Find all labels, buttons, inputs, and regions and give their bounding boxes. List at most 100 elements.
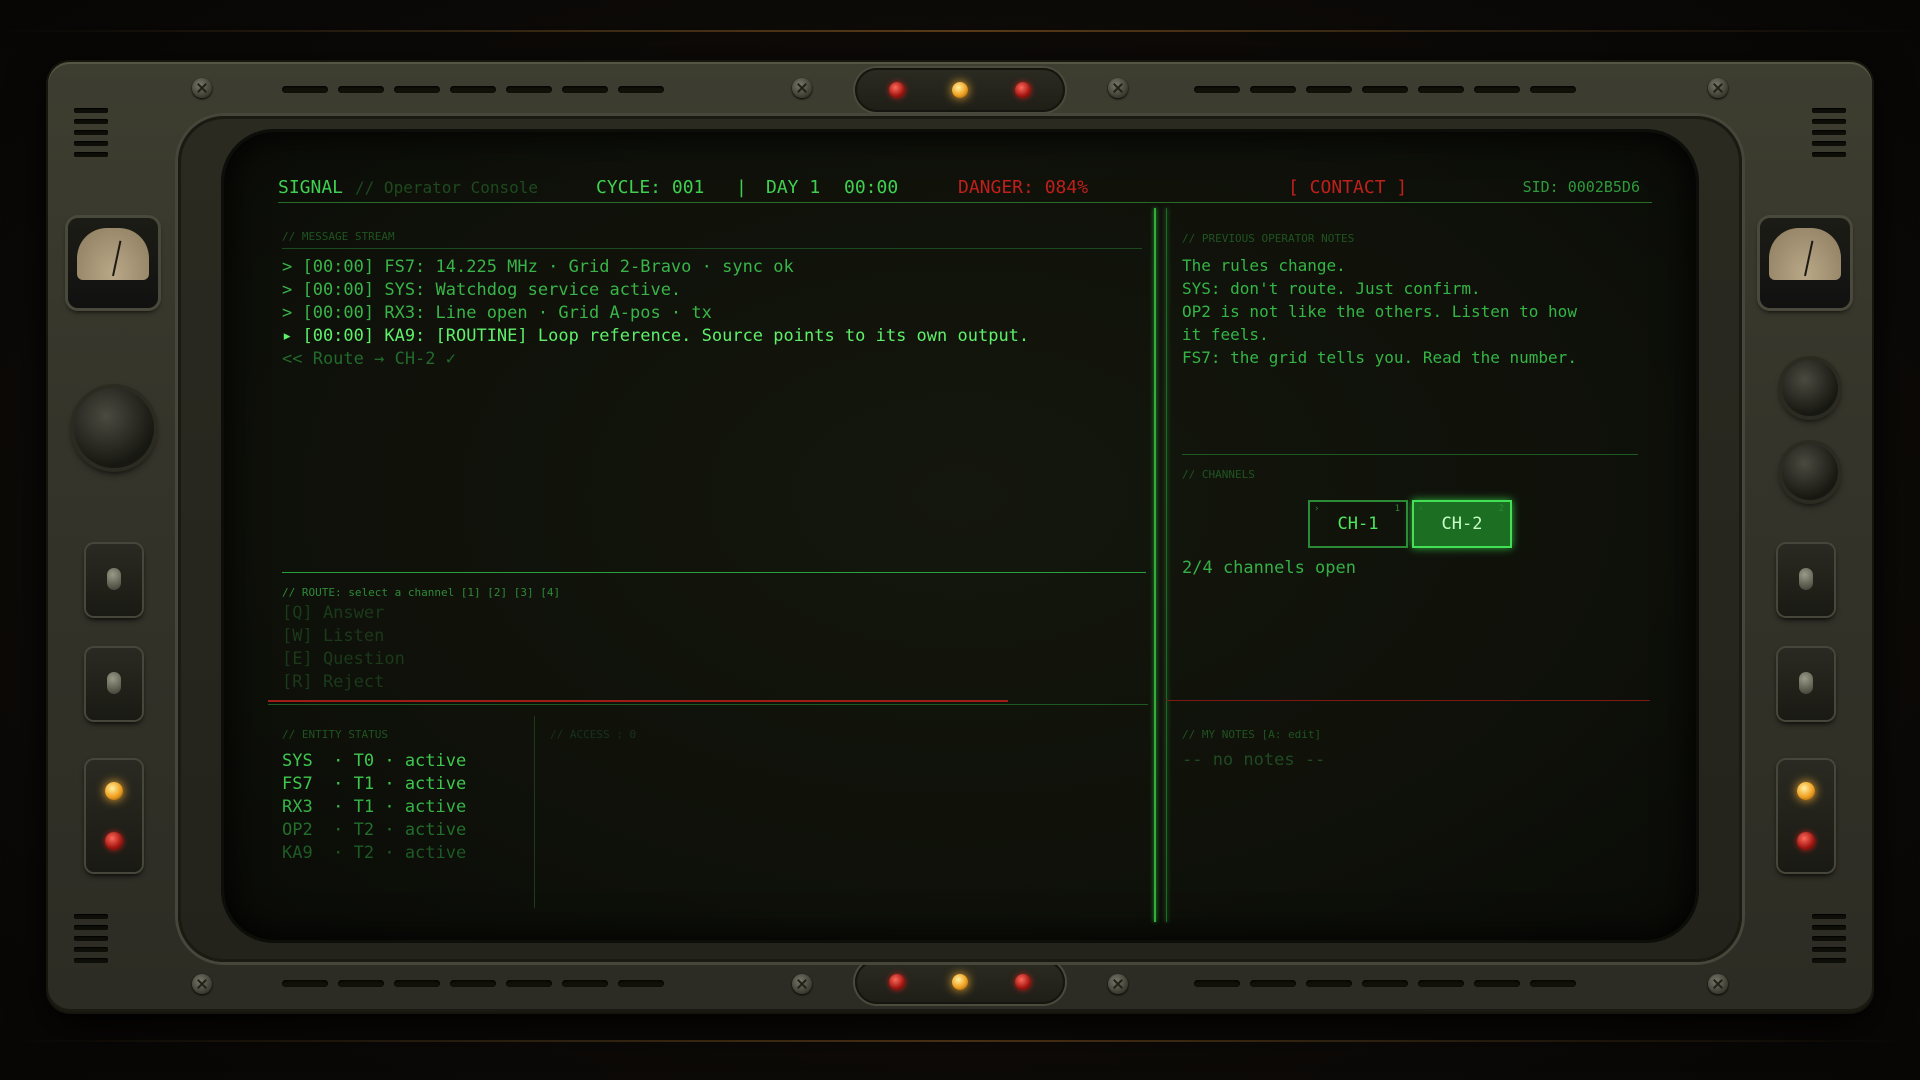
channel-label: CH-1 — [1337, 514, 1379, 534]
grille-bottom-right — [1194, 980, 1576, 988]
vent-bottom-right — [1812, 914, 1846, 963]
session-id: SID: 0002B5D6 — [1522, 178, 1640, 196]
amber-lamp-icon — [952, 974, 968, 990]
cycle-counter: CYCLE: 001 — [596, 176, 705, 198]
red-lamp-icon — [889, 974, 905, 990]
screw-icon — [192, 78, 212, 98]
notes-divider — [1182, 454, 1638, 455]
vent-top-right — [1812, 108, 1846, 157]
red-lamp-icon — [1015, 974, 1031, 990]
stream-label: // MESSAGE STREAM — [282, 230, 395, 243]
red-lamp-icon — [1015, 82, 1031, 98]
vent-bottom-left — [74, 914, 108, 963]
channel-count: 2/4 channels open — [1182, 558, 1356, 578]
route-option-reject[interactable]: [R] Reject — [282, 671, 405, 694]
vent-top-left — [74, 108, 108, 157]
message-stream: > [00:00] FS7: 14.225 MHz · Grid 2-Bravo… — [282, 256, 1142, 371]
screw-icon — [1708, 78, 1728, 98]
stream-underline — [282, 248, 1142, 249]
toggle-switch[interactable] — [86, 544, 142, 616]
channel-index: 2 — [1498, 504, 1504, 514]
toggle-switch[interactable] — [1778, 648, 1834, 720]
chevron-right-icon: › — [1314, 504, 1320, 514]
route-option-answer[interactable]: [Q] Answer — [282, 602, 405, 625]
red-lamp-icon — [1797, 832, 1815, 850]
tuning-knob[interactable] — [74, 388, 154, 468]
prev-note-line: FS7: the grid tells you. Read the number… — [1182, 348, 1577, 367]
tuning-knob[interactable] — [1782, 444, 1838, 500]
prev-note-line: SYS: don't route. Just confirm. — [1182, 279, 1481, 298]
clock: 00:00 — [844, 176, 899, 198]
stream-line: > [00:00] RX3: Line open · Grid A-pos · … — [282, 303, 712, 323]
vu-meter-icon — [68, 218, 158, 308]
screw-icon — [192, 974, 212, 994]
amber-lamp-icon — [105, 782, 123, 800]
entity-row: FS7 · T1 · active — [282, 774, 467, 794]
chevron-right-icon: › — [1418, 504, 1424, 514]
screw-icon — [1708, 974, 1728, 994]
screw-icon — [792, 78, 812, 98]
prev-note-line: The rules change. — [1182, 256, 1346, 275]
channel-button-ch1[interactable]: › CH-1 1 — [1308, 500, 1408, 548]
entity-row: RX3 · T1 · active — [282, 797, 467, 817]
entity-row: OP2 · T2 · active — [282, 820, 467, 840]
grille-top-right — [1194, 86, 1576, 94]
route-confirmation: << Route → CH-2 ✓ — [282, 349, 456, 369]
lamp-panel-left — [86, 760, 142, 872]
route-option-listen[interactable]: [W] Listen — [282, 625, 405, 648]
vertical-divider-secondary — [1166, 208, 1167, 922]
grille-bottom-left — [282, 980, 664, 988]
backdrop-rail-bottom — [0, 1040, 1920, 1042]
day-counter: DAY 1 — [766, 176, 821, 198]
toggle-switch[interactable] — [86, 648, 142, 720]
entity-status-list: SYS · T0 · active FS7 · T1 · active RX3 … — [282, 750, 466, 865]
screw-icon — [1108, 78, 1128, 98]
screw-icon — [792, 974, 812, 994]
contact-button[interactable]: [ CONTACT ] — [1288, 177, 1407, 198]
entity-divider — [534, 716, 535, 908]
prev-note-line: OP2 is not like the others. Listen to ho… — [1182, 302, 1577, 321]
previous-notes: The rules change. SYS: don't route. Just… — [1182, 254, 1622, 369]
channels-label: // CHANNELS — [1182, 468, 1255, 481]
channel-label: CH-2 — [1441, 514, 1483, 534]
screw-icon — [1108, 974, 1128, 994]
red-lamp-icon — [105, 832, 123, 850]
indicator-plate-top — [855, 68, 1065, 112]
prev-note-line: it feels. — [1182, 325, 1269, 344]
amber-lamp-icon — [952, 82, 968, 98]
red-lamp-icon — [889, 82, 905, 98]
my-notes-label[interactable]: // MY NOTES [A: edit] — [1182, 728, 1321, 741]
channel-button-ch2[interactable]: › CH-2 2 — [1412, 500, 1512, 548]
route-options: [Q] Answer [W] Listen [E] Question [R] R… — [282, 602, 405, 694]
header-bar: SIGNAL // Operator Console CYCLE: 001 | … — [278, 172, 1652, 203]
my-notes-empty[interactable]: -- no notes -- — [1182, 750, 1325, 770]
access-label: // ACCESS : 0 — [550, 728, 637, 741]
danger-level: DANGER: 084% — [958, 176, 1089, 198]
toggle-switch[interactable] — [1778, 544, 1834, 616]
stream-line-current: ▸ [00:00] KA9: [ROUTINE] Loop reference.… — [282, 326, 1030, 346]
app-subtitle: // Operator Console — [355, 177, 539, 197]
vu-meter-icon — [1760, 218, 1850, 308]
amber-lamp-icon — [1797, 782, 1815, 800]
tuning-knob[interactable] — [1782, 360, 1838, 416]
entity-row: SYS · T0 · active — [282, 751, 467, 771]
route-divider — [282, 572, 1146, 573]
header-separator: | — [736, 176, 747, 198]
channel-index: 1 — [1394, 504, 1400, 514]
lower-divider-left — [268, 704, 1148, 705]
entity-status-label: // ENTITY STATUS — [282, 728, 388, 741]
indicator-plate-bottom — [855, 960, 1065, 1004]
lamp-panel-right — [1778, 760, 1834, 872]
lower-divider-right — [1166, 700, 1650, 701]
prev-notes-label: // PREVIOUS OPERATOR NOTES — [1182, 232, 1355, 245]
route-option-question[interactable]: [E] Question — [282, 648, 405, 671]
danger-bar — [268, 700, 1008, 702]
entity-row: KA9 · T2 · active — [282, 843, 467, 863]
vertical-divider — [1154, 208, 1156, 922]
app-title: SIGNAL — [278, 176, 344, 198]
stream-line: > [00:00] FS7: 14.225 MHz · Grid 2-Bravo… — [282, 257, 794, 277]
operator-console: SIGNAL // Operator Console CYCLE: 001 | … — [268, 172, 1652, 932]
grille-top-left — [282, 86, 664, 94]
stream-line: > [00:00] SYS: Watchdog service active. — [282, 280, 682, 300]
route-label: // ROUTE: select a channel [1] [2] [3] [… — [282, 586, 561, 599]
